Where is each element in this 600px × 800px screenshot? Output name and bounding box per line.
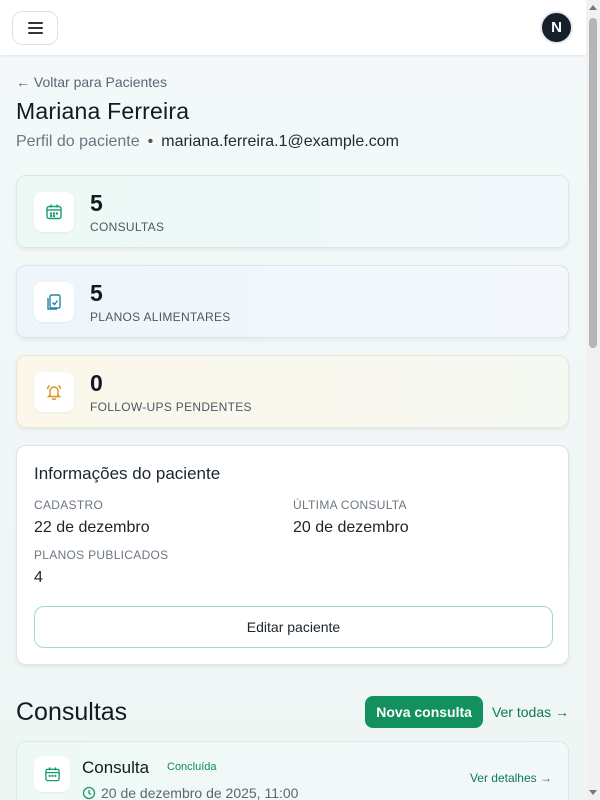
separator-dot: • bbox=[147, 133, 154, 150]
info-value: 4 bbox=[34, 569, 43, 586]
calendar-icon bbox=[34, 191, 74, 232]
consultation-date-text: 20 de dezembro de 2025, 11:00 bbox=[101, 785, 299, 800]
see-all-link[interactable]: Ver todas → bbox=[492, 704, 569, 720]
stat-label: CONSULTAS bbox=[90, 219, 165, 234]
main-content: ← Voltar para Pacientes Mariana Ferreira… bbox=[16, 74, 569, 800]
stat-card-consultas: 5 CONSULTAS bbox=[16, 175, 569, 248]
calendar-icon bbox=[34, 756, 70, 792]
patient-subtitle: Perfil do paciente • mariana.ferreira.1@… bbox=[16, 133, 569, 151]
stat-label: FOLLOW-UPS PENDENTES bbox=[90, 399, 252, 414]
scroll-up-arrow-icon[interactable] bbox=[589, 5, 597, 10]
stat-card-followups: 0 FOLLOW-UPS PENDENTES bbox=[16, 355, 569, 428]
profile-label: Perfil do paciente bbox=[16, 133, 140, 150]
scrollbar-thumb[interactable] bbox=[589, 18, 597, 348]
status-badge: Concluída bbox=[167, 761, 217, 773]
info-value: 20 de dezembro bbox=[293, 519, 409, 536]
patient-info-card: Informações do paciente CADASTRO 22 de d… bbox=[16, 445, 569, 665]
info-item-planos-publicados: PLANOS PUBLICADOS 4 bbox=[34, 548, 168, 587]
page-title: Mariana Ferreira bbox=[16, 98, 190, 124]
info-key: PLANOS PUBLICADOS bbox=[34, 548, 169, 562]
clipboard-check-icon bbox=[34, 281, 74, 322]
stat-label: PLANOS ALIMENTARES bbox=[90, 309, 231, 324]
consultation-list-item[interactable]: Consulta Concluída 20 de dezembro de 202… bbox=[16, 741, 569, 800]
patient-email: mariana.ferreira.1@example.com bbox=[161, 133, 399, 150]
info-grid: CADASTRO 22 de dezembro ÚLTIMA CONSULTA … bbox=[34, 498, 551, 608]
info-key: ÚLTIMA CONSULTA bbox=[293, 498, 407, 512]
back-to-patients-link[interactable]: ← Voltar para Pacientes bbox=[16, 74, 569, 92]
stat-value: 5 bbox=[90, 189, 103, 216]
edit-patient-button[interactable]: Editar paciente bbox=[34, 606, 553, 648]
stat-value: 5 bbox=[90, 279, 103, 306]
consultation-title: Consulta bbox=[82, 758, 150, 777]
stat-value: 0 bbox=[90, 369, 103, 396]
stat-card-planos: 5 PLANOS ALIMENTARES bbox=[16, 265, 569, 338]
section-title: Consultas bbox=[16, 697, 128, 726]
top-bar: N bbox=[0, 0, 586, 55]
info-value: 22 de dezembro bbox=[34, 519, 150, 536]
info-key: CADASTRO bbox=[34, 498, 104, 512]
scrollbar[interactable] bbox=[586, 0, 600, 800]
new-consultation-button[interactable]: Nova consulta bbox=[365, 696, 483, 728]
scroll-down-arrow-icon[interactable] bbox=[589, 790, 597, 795]
info-item-ultima-consulta: ÚLTIMA CONSULTA 20 de dezembro bbox=[293, 498, 409, 537]
bell-icon bbox=[34, 371, 74, 412]
hamburger-menu-icon[interactable] bbox=[12, 10, 58, 45]
info-title: Informações do paciente bbox=[34, 464, 221, 483]
avatar[interactable]: N bbox=[540, 11, 573, 44]
clock-icon bbox=[82, 786, 96, 800]
view-details-link[interactable]: Ver detalhes → bbox=[470, 771, 552, 785]
info-item-cadastro: CADASTRO 22 de dezembro bbox=[34, 498, 150, 537]
consultations-header: Consultas Nova consulta Ver todas → bbox=[16, 695, 569, 729]
consultation-date: 20 de dezembro de 2025, 11:00 bbox=[82, 785, 298, 800]
